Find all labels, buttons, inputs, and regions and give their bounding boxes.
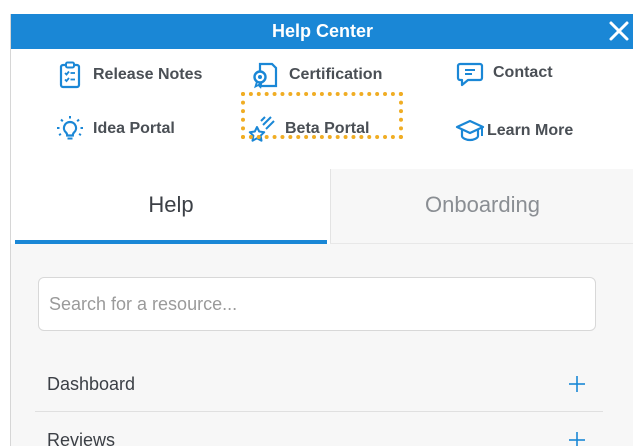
certification-label: Certification [289, 66, 383, 83]
help-center-widget: Help Center Release Notes Certification … [0, 0, 633, 446]
learn-more-label: Learn More [487, 122, 574, 139]
beta-portal-link[interactable]: Beta Portal [247, 113, 369, 145]
quick-links: Release Notes Certification Contact Idea… [11, 49, 633, 169]
tab-help[interactable]: Help [15, 169, 327, 244]
section-row-dashboard[interactable]: Dashboard [35, 356, 603, 412]
plus-icon[interactable] [565, 372, 589, 396]
chat-icon [455, 58, 485, 88]
section-label: Dashboard [47, 374, 136, 394]
section-row-reviews[interactable]: Reviews [35, 412, 603, 446]
idea-portal-label: Idea Portal [93, 120, 175, 137]
clipboard-icon [55, 60, 85, 90]
search-input[interactable] [38, 277, 596, 331]
release-notes-link[interactable]: Release Notes [55, 59, 202, 91]
idea-portal-link[interactable]: Idea Portal [55, 113, 175, 145]
graduation-cap-icon [455, 116, 485, 146]
help-center-panel: Help Center Release Notes Certification … [10, 14, 633, 446]
contact-label: Contact [493, 64, 553, 81]
panel-title: Help Center [271, 21, 374, 41]
close-icon[interactable] [606, 18, 632, 44]
beta-portal-label: Beta Portal [285, 120, 370, 137]
learn-more-link[interactable]: Learn More [455, 115, 573, 147]
section-label: Reviews [47, 430, 116, 446]
shooting-star-icon [247, 114, 277, 144]
title-bar: Help Center [11, 14, 633, 49]
help-content: Dashboard Reviews [11, 244, 633, 446]
plus-icon[interactable] [565, 428, 589, 446]
certificate-icon [251, 60, 281, 90]
tab-onboarding[interactable]: Onboarding [330, 169, 633, 244]
lightbulb-icon [55, 114, 85, 144]
certification-link[interactable]: Certification [251, 59, 382, 91]
release-notes-label: Release Notes [93, 66, 203, 83]
tab-bar: Help Onboarding [11, 169, 633, 244]
contact-link[interactable]: Contact [455, 57, 553, 89]
